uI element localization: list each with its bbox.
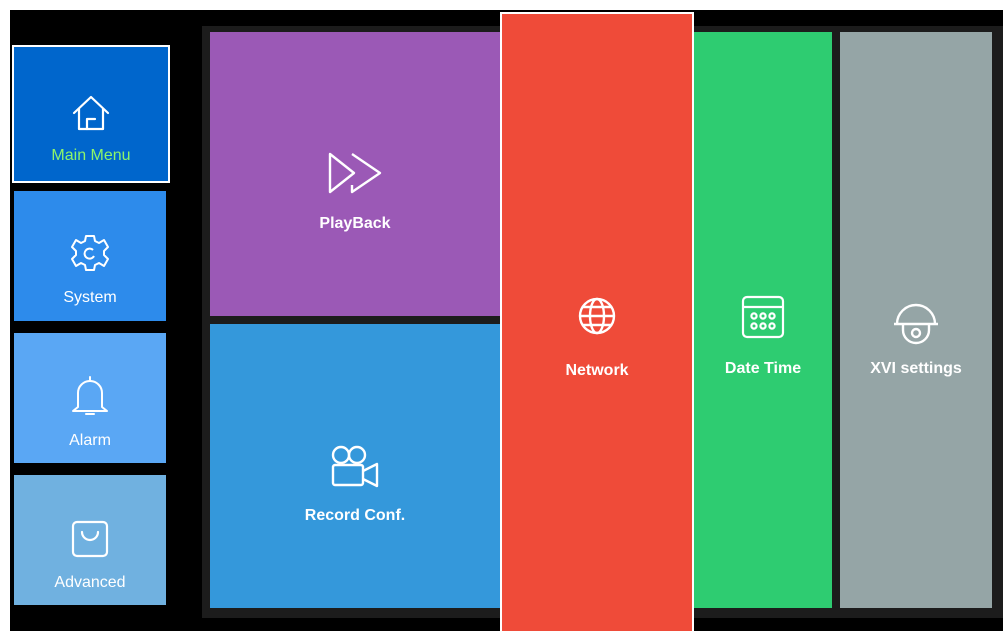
playback-tile[interactable]: PlayBack (210, 32, 500, 316)
sidebar-item-alarm[interactable]: Alarm (14, 333, 166, 463)
sidebar-item-advanced[interactable]: Advanced (14, 475, 166, 605)
record-config-tile[interactable]: Record Conf. (210, 324, 500, 608)
calendar-icon (740, 294, 786, 340)
network-label: Network (565, 362, 629, 379)
playback-label: PlayBack (319, 215, 391, 232)
record-config-label: Record Conf. (304, 507, 406, 524)
date-time-label: Date Time (724, 360, 802, 377)
sidebar-item-label: Main Menu (51, 147, 131, 164)
video-camera-icon (328, 443, 382, 489)
network-tile[interactable]: Network (500, 12, 694, 631)
sidebar-item-system[interactable]: System (14, 191, 166, 321)
gear-icon (70, 233, 110, 273)
xvi-settings-label: XVI settings (870, 360, 962, 377)
date-time-tile[interactable]: Date Time (694, 32, 832, 608)
fast-forward-icon (327, 151, 383, 195)
sidebar-item-label: Advanced (54, 574, 126, 591)
bell-icon (70, 375, 110, 417)
sidebar-item-main-menu[interactable]: Main Menu (12, 45, 170, 183)
globe-icon (577, 296, 617, 336)
xvi-settings-tile[interactable]: XVI settings (840, 32, 992, 608)
dome-camera-icon (891, 292, 941, 348)
bag-icon (70, 519, 110, 559)
main-menu-screen: Main Menu System Alarm Advanced PlayBack… (0, 0, 1003, 631)
home-icon (70, 92, 112, 134)
sidebar-item-label: System (63, 289, 117, 306)
sidebar-item-label: Alarm (69, 432, 111, 449)
